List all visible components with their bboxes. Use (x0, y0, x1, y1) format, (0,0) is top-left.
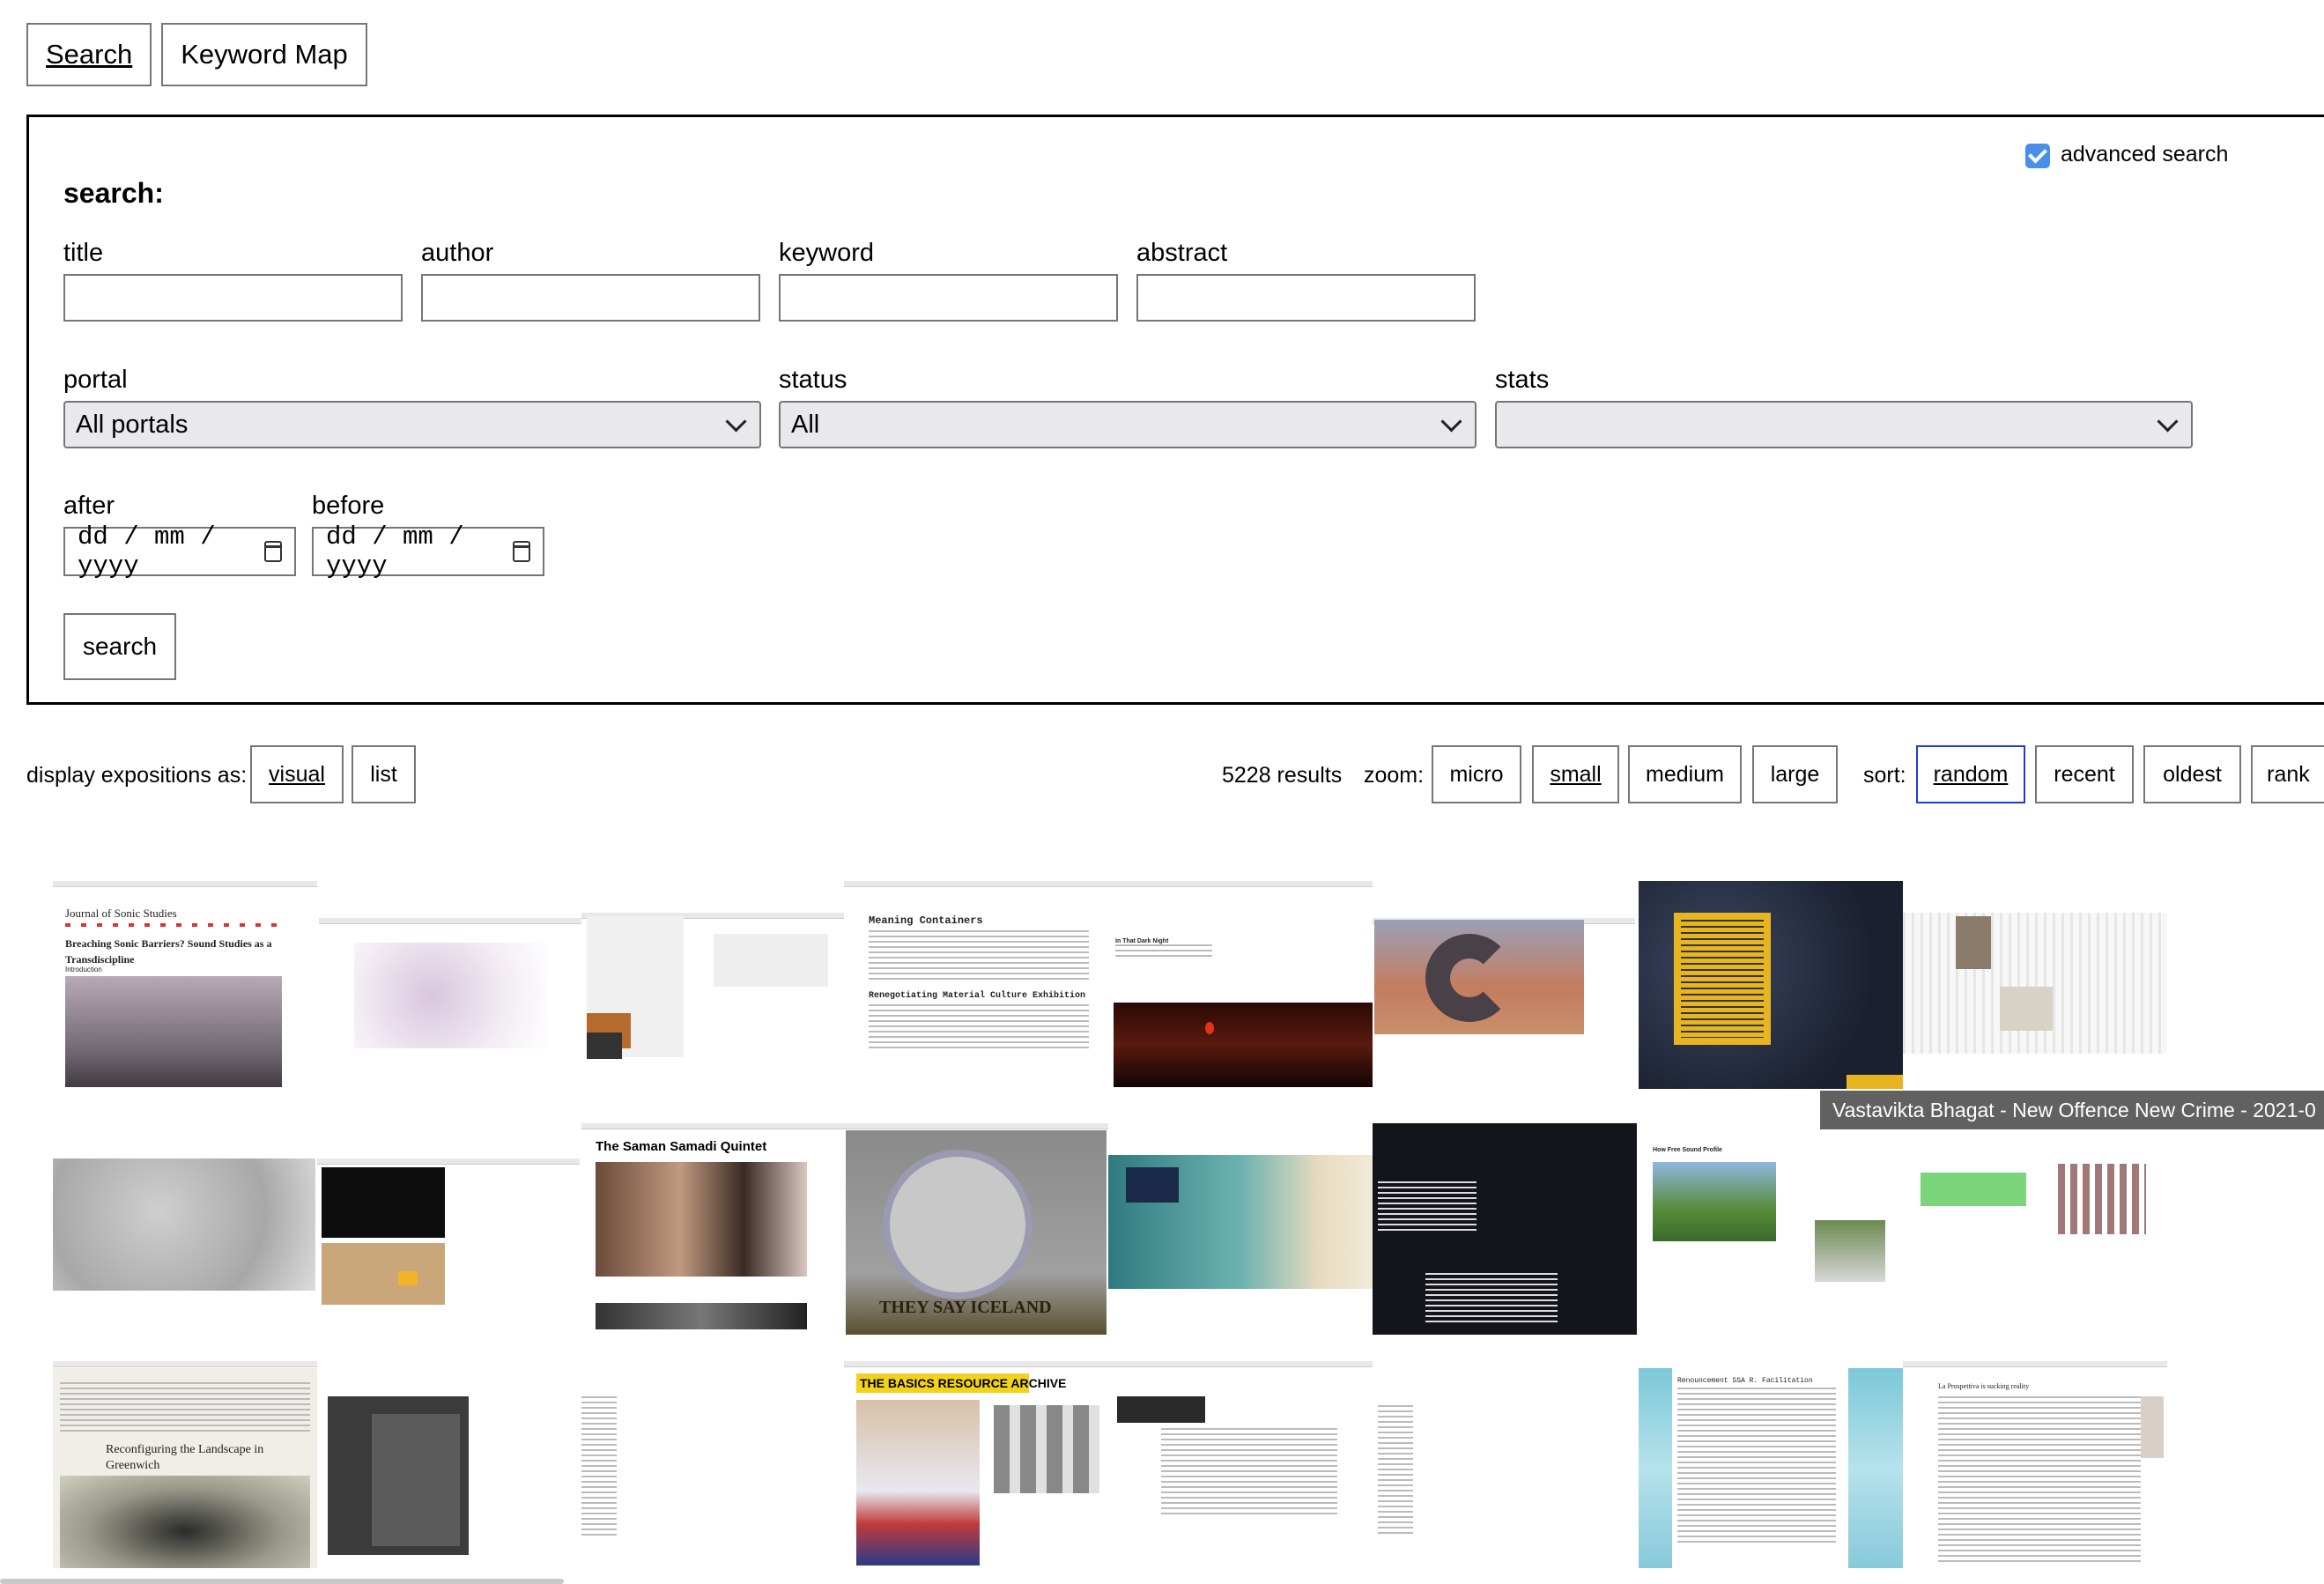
before-date-placeholder: dd / mm / yyyy (326, 522, 464, 581)
exposition-thumbnail[interactable]: Journal of Sonic Studies Breaching Sonic… (53, 881, 317, 1091)
search-panel: advanced search search: title author key… (26, 115, 2324, 705)
sort-oldest-button[interactable]: oldest (2143, 745, 2241, 803)
search-submit-button[interactable]: search (63, 613, 176, 680)
search-tab-button[interactable]: Search (26, 23, 152, 86)
exposition-thumbnail[interactable] (1108, 1123, 1373, 1335)
exposition-thumbnail[interactable] (581, 881, 844, 1091)
sort-recent-button[interactable]: recent (2035, 745, 2134, 803)
sort-rank-button[interactable]: rank (2251, 745, 2324, 803)
status-label: status (779, 366, 847, 394)
portal-label: portal (63, 366, 128, 394)
sort-random-button[interactable]: random (1916, 745, 2025, 803)
exposition-thumbnail[interactable]: Reconfiguring the Landscape in Greenwich (53, 1361, 317, 1568)
results-count: 5228 results (1222, 763, 1343, 788)
exposition-thumbnail[interactable] (1373, 1123, 1637, 1335)
top-nav: Search Keyword Map (26, 23, 367, 86)
zoom-label: zoom: (1364, 763, 1425, 788)
exposition-thumbnail[interactable]: THE BASICS RESOURCE ARCHIVE (844, 1361, 1108, 1568)
exposition-thumbnail[interactable]: How Free Sound Profile (1639, 1123, 1903, 1335)
display-list-button[interactable]: list (352, 745, 416, 803)
exposition-thumbnail[interactable]: La Prospettiva is sucking reality (1903, 1361, 2167, 1568)
exposition-thumbnail[interactable]: Renouncement SSA R. Facilitation (1639, 1361, 1903, 1568)
after-date-placeholder: dd / mm / yyyy (78, 522, 216, 581)
zoom-medium-button[interactable]: medium (1628, 745, 1742, 803)
status-select-value: All (791, 410, 820, 439)
chevron-down-icon (1440, 410, 1462, 433)
exposition-thumbnail[interactable] (53, 1123, 315, 1335)
status-select[interactable]: All (779, 401, 1477, 448)
abstract-input[interactable] (1136, 274, 1476, 322)
zoom-large-button[interactable]: large (1752, 745, 1838, 803)
after-date-input[interactable]: dd / mm / yyyy (63, 522, 296, 581)
display-visual-button[interactable]: visual (250, 745, 344, 803)
abstract-label: abstract (1136, 239, 1228, 267)
keyword-map-tab-button[interactable]: Keyword Map (161, 23, 367, 86)
exposition-thumbnail[interactable] (1373, 881, 1635, 1091)
stats-select[interactable] (1495, 401, 2193, 448)
horizontal-scrollbar[interactable] (0, 1579, 564, 1584)
calendar-icon[interactable] (263, 541, 283, 562)
stats-label: stats (1495, 366, 1550, 394)
exposition-thumbnail[interactable] (1903, 881, 2167, 1091)
advanced-search-label: advanced search (2061, 142, 2229, 167)
chevron-down-icon (2157, 410, 2179, 433)
exposition-thumbnail[interactable]: Meaning Containers Renegotiating Materia… (844, 881, 1108, 1091)
exposition-thumbnail[interactable]: In That Dark Night (1108, 881, 1373, 1091)
portal-select-value: All portals (76, 410, 189, 439)
exposition-thumbnail[interactable] (1903, 1123, 2167, 1335)
exposition-thumbnail[interactable] (319, 1361, 580, 1568)
author-input[interactable] (421, 274, 760, 322)
chevron-down-icon (725, 410, 747, 433)
exposition-thumbnail[interactable]: The Saman Samadi Quintet (581, 1123, 844, 1335)
exposition-thumbnail[interactable] (1108, 1361, 1373, 1568)
exposition-thumbnail[interactable] (581, 1361, 844, 1568)
zoom-small-button[interactable]: small (1532, 745, 1619, 803)
keyword-input[interactable] (779, 274, 1118, 322)
exposition-thumbnail[interactable] (319, 881, 581, 1091)
advanced-search-checkbox[interactable] (2025, 144, 2050, 168)
exposition-thumbnail[interactable] (1639, 881, 1903, 1089)
author-label: author (421, 239, 494, 267)
before-date-input[interactable]: dd / mm / yyyy (312, 522, 544, 581)
display-label: display expositions as: (26, 763, 248, 788)
exposition-thumbnail[interactable]: THEY SAY ICELAND (844, 1123, 1108, 1335)
zoom-micro-button[interactable]: micro (1432, 745, 1521, 803)
exposition-thumbnail[interactable] (317, 1123, 580, 1335)
before-label: before (312, 492, 385, 520)
calendar-icon[interactable] (512, 541, 531, 562)
title-label: title (63, 239, 104, 267)
exposition-tooltip: Vastavikta Bhagat - New Offence New Crim… (1820, 1091, 2324, 1129)
title-input[interactable] (63, 274, 403, 322)
after-label: after (63, 492, 115, 520)
portal-select[interactable]: All portals (63, 401, 761, 448)
exposition-thumbnail[interactable] (1373, 1361, 1637, 1568)
search-heading: search: (63, 177, 164, 209)
keyword-label: keyword (779, 239, 874, 267)
sort-label: sort: (1863, 763, 1906, 788)
